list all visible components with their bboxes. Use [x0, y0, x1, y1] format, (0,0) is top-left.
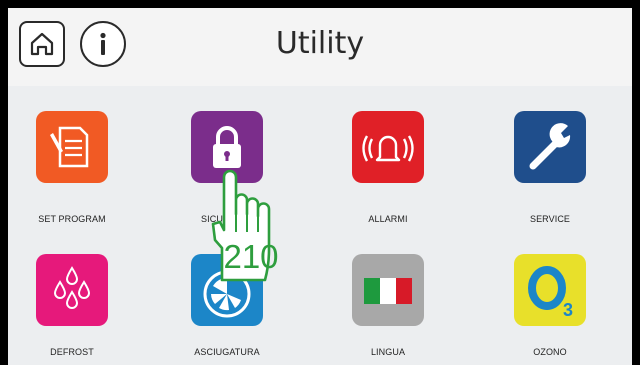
alarms-label: ALLARMI: [368, 214, 408, 224]
defrost-button[interactable]: [36, 254, 108, 326]
defrost-label: DEFROST: [50, 347, 94, 357]
document-edit-icon: [50, 126, 89, 168]
ozone-o3-icon: 3: [528, 266, 573, 320]
page-title: Utility: [275, 26, 365, 61]
water-drops-icon: [53, 266, 91, 309]
header-bar: Utility: [8, 8, 632, 87]
set-program-button[interactable]: [36, 111, 108, 183]
ozone-label: OZONO: [533, 347, 567, 357]
language-button[interactable]: [352, 254, 424, 326]
service-label: SERVICE: [529, 214, 571, 224]
wrench-icon: [529, 123, 571, 170]
service-button[interactable]: [514, 111, 586, 183]
utility-grid: SET PROGRAM SICUREZZA ALLARMI: [8, 86, 632, 365]
italian-flag-icon: [364, 278, 412, 304]
ozone-button[interactable]: 3: [514, 254, 586, 326]
utility-screen: Utility SET PROGRAM SICUREZZA: [8, 8, 632, 365]
set-program-label: SET PROGRAM: [38, 214, 106, 224]
language-label: LINGUA: [370, 347, 406, 357]
alarm-bell-icon: [362, 135, 414, 162]
alarms-button[interactable]: [352, 111, 424, 183]
click-counter: 210: [223, 238, 279, 275]
svg-text:3: 3: [563, 300, 573, 320]
drying-label: ASCIUGATURA: [194, 347, 260, 357]
